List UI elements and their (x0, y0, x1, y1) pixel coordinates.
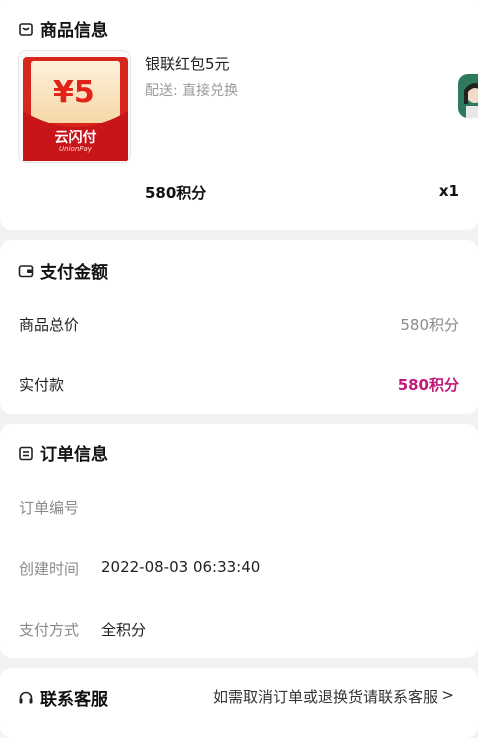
product-info-card: 商品信息 ¥5 云闪付 UnionPay 银联红包5元 配送: 直接兑换 580… (0, 0, 478, 230)
product-name[interactable]: 银联红包5元 (145, 53, 230, 74)
payment-method-label: 支付方式 (19, 621, 80, 639)
payment-amount-card: 支付金额 商品总价 580积分 实付款 580积分 (0, 240, 478, 414)
payment-method-value: 全积分 (101, 621, 147, 639)
subtotal-label: 商品总价 (19, 316, 80, 334)
product-image[interactable]: ¥5 云闪付 UnionPay (18, 50, 131, 163)
order-title: 订单信息 (40, 445, 108, 465)
created-time-label: 创建时间 (19, 560, 80, 578)
floating-avatar-button[interactable] (458, 74, 478, 118)
thumb-brand: 云闪付 (54, 130, 97, 146)
product-price: 580积分 (145, 184, 207, 202)
product-quantity: x1 (438, 182, 459, 200)
order-info-card: 订单信息 订单编号 创建时间 2022-08-03 06:33:40 支付方式 … (0, 424, 478, 658)
shopping-bag-icon (19, 22, 33, 36)
payment-header: 支付金额 (18, 258, 108, 283)
subtotal-value: 580积分 (400, 316, 459, 334)
product-info-header: 商品信息 (18, 16, 108, 41)
order-header: 订单信息 (18, 440, 108, 465)
avatar-icon (464, 83, 478, 118)
clipboard-icon (19, 446, 33, 460)
created-time-value: 2022-08-03 06:33:40 (101, 558, 261, 576)
product-info-title: 商品信息 (40, 21, 108, 41)
service-header: 联系客服 (18, 685, 108, 710)
service-title: 联系客服 (40, 690, 108, 710)
chevron-right-icon[interactable]: > (441, 686, 454, 704)
thumb-amount: ¥5 (53, 75, 95, 110)
customer-service-card[interactable]: 联系客服 如需取消订单或退换货请联系客服 > (0, 668, 478, 738)
headset-icon (19, 691, 33, 703)
contact-service-link[interactable]: 如需取消订单或退换货请联系客服 (213, 686, 438, 707)
wallet-icon (18, 264, 34, 277)
thumb-sub: UnionPay (59, 145, 92, 153)
paid-amount-label: 实付款 (19, 376, 65, 394)
product-shipping: 配送: 直接兑换 (145, 83, 239, 99)
order-number-label: 订单编号 (19, 499, 80, 517)
paid-amount-value: 580积分 (397, 376, 459, 394)
payment-title: 支付金额 (40, 263, 108, 283)
